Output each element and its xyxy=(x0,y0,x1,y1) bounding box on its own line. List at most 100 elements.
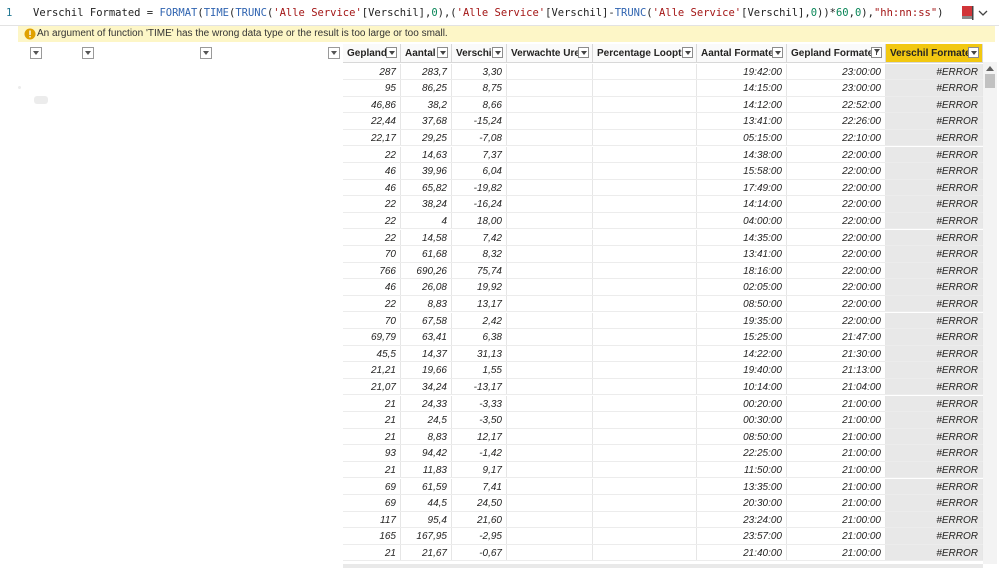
table-cell[interactable] xyxy=(593,146,697,163)
table-cell[interactable]: 7,41 xyxy=(452,478,507,495)
table-cell[interactable]: #ERROR xyxy=(886,229,983,246)
table-cell[interactable] xyxy=(593,96,697,113)
table-cell[interactable]: 26,08 xyxy=(401,279,452,295)
table-cell[interactable]: 14:14:00 xyxy=(697,196,787,212)
table-cell[interactable] xyxy=(507,96,593,113)
table-cell[interactable]: 46 xyxy=(343,163,401,179)
table-cell[interactable]: 22,44 xyxy=(343,113,401,129)
column-filter-button[interactable] xyxy=(492,47,503,58)
table-cell[interactable]: 283,7 xyxy=(401,63,452,80)
table-cell[interactable]: 21,60 xyxy=(452,511,507,528)
table-cell[interactable] xyxy=(593,495,697,511)
table-cell[interactable] xyxy=(507,80,593,96)
table-cell[interactable]: 6,38 xyxy=(452,329,507,345)
table-cell[interactable]: 61,68 xyxy=(401,246,452,262)
table-cell[interactable] xyxy=(507,445,593,461)
table-cell[interactable] xyxy=(507,478,593,495)
table-cell[interactable] xyxy=(593,179,697,196)
table-cell[interactable]: 21:40:00 xyxy=(697,544,787,561)
table-cell[interactable]: 22 xyxy=(343,146,401,163)
table-cell[interactable]: #ERROR xyxy=(886,412,983,428)
table-cell[interactable]: 75,74 xyxy=(452,262,507,279)
table-cell[interactable]: 11:50:00 xyxy=(697,461,787,478)
table-cell[interactable]: 690,26 xyxy=(401,262,452,279)
table-cell[interactable] xyxy=(507,544,593,561)
table-cell[interactable]: 23:00:00 xyxy=(787,80,886,96)
table-row[interactable]: 95 86,25 8,75 14:15:00 23:00:00 #ERROR xyxy=(343,80,983,97)
table-cell[interactable]: 287 xyxy=(343,63,401,80)
table-cell[interactable] xyxy=(593,362,697,378)
table-cell[interactable]: 8,32 xyxy=(452,246,507,262)
table-cell[interactable]: 21 xyxy=(343,412,401,428)
column-filter-button[interactable] xyxy=(437,47,448,58)
table-cell[interactable]: #ERROR xyxy=(886,96,983,113)
table-cell[interactable] xyxy=(593,461,697,478)
table-cell[interactable]: 7,42 xyxy=(452,229,507,246)
table-cell[interactable]: 13:41:00 xyxy=(697,113,787,129)
table-cell[interactable]: 21:00:00 xyxy=(787,528,886,544)
table-cell[interactable]: 22 xyxy=(343,229,401,246)
table-cell[interactable]: 167,95 xyxy=(401,528,452,544)
table-cell[interactable]: #ERROR xyxy=(886,163,983,179)
table-row[interactable]: 21 21,67 -0,67 21:40:00 21:00:00 #ERROR xyxy=(343,544,983,562)
table-cell[interactable]: 31,13 xyxy=(452,345,507,362)
scroll-up-icon[interactable] xyxy=(985,64,995,72)
table-cell[interactable]: 39,96 xyxy=(401,163,452,179)
table-cell[interactable]: 22:00:00 xyxy=(787,246,886,262)
table-row[interactable]: 45,5 14,37 31,13 14:22:00 21:30:00 #ERROR xyxy=(343,345,983,363)
table-cell[interactable]: -3,50 xyxy=(452,412,507,428)
table-cell[interactable]: 4 xyxy=(401,212,452,229)
table-cell[interactable] xyxy=(507,212,593,229)
table-cell[interactable] xyxy=(507,262,593,279)
table-cell[interactable]: 04:00:00 xyxy=(697,212,787,229)
table-cell[interactable]: 21:00:00 xyxy=(787,495,886,511)
table-cell[interactable]: -13,17 xyxy=(452,378,507,395)
table-cell[interactable] xyxy=(507,146,593,163)
sort-descending-icon[interactable] xyxy=(871,47,882,58)
table-cell[interactable]: #ERROR xyxy=(886,395,983,412)
table-cell[interactable]: 15:25:00 xyxy=(697,329,787,345)
table-cell[interactable]: 22 xyxy=(343,196,401,212)
table-cell[interactable]: -7,08 xyxy=(452,129,507,146)
table-cell[interactable]: 21:00:00 xyxy=(787,395,886,412)
table-cell[interactable]: 19:40:00 xyxy=(697,362,787,378)
table-cell[interactable]: 00:30:00 xyxy=(697,412,787,428)
table-cell[interactable] xyxy=(507,528,593,544)
chevron-down-icon[interactable] xyxy=(977,7,989,19)
column-filter-button[interactable] xyxy=(200,47,212,59)
table-cell[interactable]: 02:05:00 xyxy=(697,279,787,295)
column-header[interactable]: Percentage Looptijd xyxy=(593,44,697,63)
table-cell[interactable]: 22:00:00 xyxy=(787,196,886,212)
table-cell[interactable]: -19,82 xyxy=(452,179,507,196)
table-cell[interactable]: #ERROR xyxy=(886,279,983,295)
table-cell[interactable]: 18,00 xyxy=(452,212,507,229)
table-cell[interactable]: #ERROR xyxy=(886,246,983,262)
table-cell[interactable] xyxy=(593,63,697,80)
table-cell[interactable] xyxy=(507,179,593,196)
commit-flag-icon[interactable] xyxy=(962,6,974,20)
table-cell[interactable] xyxy=(507,362,593,378)
table-cell[interactable]: 22:00:00 xyxy=(787,295,886,312)
table-cell[interactable]: #ERROR xyxy=(886,362,983,378)
table-cell[interactable]: #ERROR xyxy=(886,295,983,312)
table-cell[interactable]: 14:12:00 xyxy=(697,96,787,113)
table-cell[interactable] xyxy=(593,345,697,362)
table-cell[interactable] xyxy=(507,129,593,146)
table-cell[interactable]: 24,5 xyxy=(401,412,452,428)
table-cell[interactable]: 21:00:00 xyxy=(787,445,886,461)
table-cell[interactable]: 6,04 xyxy=(452,163,507,179)
table-cell[interactable]: #ERROR xyxy=(886,511,983,528)
table-cell[interactable]: 21:00:00 xyxy=(787,511,886,528)
column-header[interactable]: Verschil xyxy=(452,44,507,63)
table-cell[interactable]: 65,82 xyxy=(401,179,452,196)
table-cell[interactable]: 22:00:00 xyxy=(787,279,886,295)
table-cell[interactable]: #ERROR xyxy=(886,113,983,129)
table-cell[interactable]: 38,24 xyxy=(401,196,452,212)
table-cell[interactable]: #ERROR xyxy=(886,445,983,461)
table-row[interactable]: 21 24,5 -3,50 00:30:00 21:00:00 #ERROR xyxy=(343,412,983,429)
table-row[interactable]: 766 690,26 75,74 18:16:00 22:00:00 #ERROR xyxy=(343,262,983,280)
table-cell[interactable]: 21:00:00 xyxy=(787,544,886,561)
table-row[interactable]: 117 95,4 21,60 23:24:00 21:00:00 #ERROR xyxy=(343,511,983,529)
table-row[interactable]: 21 8,83 12,17 08:50:00 21:00:00 #ERROR xyxy=(343,428,983,446)
table-cell[interactable] xyxy=(593,80,697,96)
